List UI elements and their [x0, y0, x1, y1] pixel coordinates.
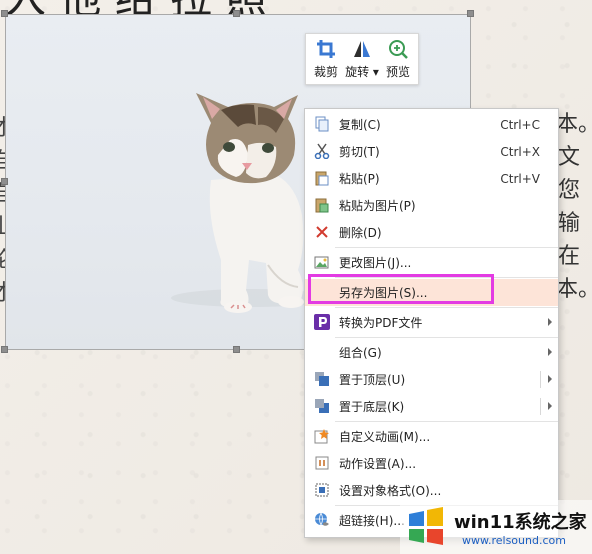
menu-item-label: 粘贴(P) [339, 172, 380, 186]
site-watermark: win11系统之家 www.relsound.com [400, 500, 592, 554]
menu-item-label: 置于顶层(U) [339, 373, 406, 387]
menu-item-bring-to-front[interactable]: 置于顶层(U) [305, 366, 558, 393]
menu-item-cut[interactable]: 剪切(T) Ctrl+X [305, 138, 558, 165]
menu-item-label: 更改图片(J)... [339, 256, 412, 270]
change-picture-icon [314, 256, 329, 269]
doc-char: 才 [0, 112, 12, 145]
document-right-text: 本。 的文 入您 比输 请在 本。 [536, 108, 592, 306]
bring-to-front-icon [315, 372, 329, 386]
resize-handle[interactable] [467, 10, 474, 17]
menu-item-label: 复制(C) [339, 118, 381, 132]
menu-separator [335, 307, 558, 308]
submenu-arrow-icon [548, 402, 552, 410]
action-settings-icon [315, 456, 329, 470]
resize-handle[interactable] [233, 10, 240, 17]
menu-item-label: 设置对象格式(O)... [339, 484, 442, 498]
document-left-text: 才 自 自 山 论 才 [0, 112, 12, 310]
send-to-back-icon [315, 399, 329, 413]
context-menu: 复制(C) Ctrl+C 剪切(T) Ctrl+X 粘贴(P) Ctrl+V 粘… [304, 108, 559, 538]
copy-icon [315, 116, 329, 132]
menu-item-label: 自定义动画(M)... [339, 430, 431, 444]
menu-item-group[interactable]: 组合(G) [305, 339, 558, 366]
menu-item-label: 置于底层(K) [339, 400, 405, 414]
crop-label: 裁剪 [313, 65, 338, 79]
submenu-arrow-icon [548, 348, 552, 356]
resize-handle[interactable] [1, 346, 8, 353]
menu-separator [335, 421, 558, 422]
resize-handle[interactable] [1, 10, 8, 17]
paste-icon [315, 171, 329, 186]
crop-button[interactable]: 裁剪 [308, 38, 344, 80]
hyperlink-icon [315, 512, 329, 526]
menu-item-label: 删除(D) [339, 226, 382, 240]
menu-item-label: 动作设置(A)... [339, 457, 417, 471]
rotate-button[interactable]: 旋转 ▾ [344, 38, 380, 80]
menu-item-change-picture[interactable]: 更改图片(J)... [305, 249, 558, 276]
preview-zoom-icon [389, 40, 408, 59]
menu-item-paste-as-image[interactable]: 粘贴为图片(P) [305, 192, 558, 219]
resize-handle[interactable] [1, 178, 8, 185]
menu-item-paste[interactable]: 粘贴(P) Ctrl+V [305, 165, 558, 192]
cut-icon [314, 143, 330, 159]
delete-icon [316, 226, 328, 238]
paste-as-image-icon [315, 198, 329, 213]
menu-item-label: 超链接(H)... [339, 514, 405, 528]
rotate-icon [354, 41, 370, 57]
menu-shortcut: Ctrl+C [500, 117, 540, 132]
menu-item-custom-animation[interactable]: 自定义动画(M)... [305, 423, 558, 450]
submenu-divider [540, 371, 541, 388]
watermark-url: www.relsound.com [462, 534, 566, 547]
menu-shortcut: Ctrl+X [500, 144, 540, 159]
menu-item-label: 转换为PDF文件 [339, 316, 423, 330]
doc-char: 才 [0, 277, 12, 310]
menu-item-delete[interactable]: 删除(D) [305, 219, 558, 246]
doc-char: 本。 [556, 277, 592, 302]
rotate-label: 旋转 ▾ [345, 65, 379, 79]
menu-item-action-settings[interactable]: 动作设置(A)... [305, 450, 558, 477]
watermark-brand: win11系统之家 [454, 512, 587, 533]
menu-item-copy[interactable]: 复制(C) Ctrl+C [305, 111, 558, 138]
crop-icon [317, 40, 335, 58]
menu-shortcut: Ctrl+V [500, 171, 540, 186]
doc-char: 山 [0, 211, 12, 244]
picture-quick-toolbar: 裁剪 旋转 ▾ 预览 [305, 33, 419, 85]
menu-item-label: 组合(G) [339, 346, 382, 360]
preview-button[interactable]: 预览 [380, 38, 416, 80]
submenu-arrow-icon [548, 318, 552, 326]
submenu-divider [540, 398, 541, 415]
annotation-highlight-box [308, 274, 494, 304]
submenu-arrow-icon [548, 375, 552, 383]
menu-separator [335, 337, 558, 338]
windows-logo-icon [409, 507, 443, 545]
menu-item-label: 剪切(T) [339, 145, 380, 159]
doc-char: 自 [0, 145, 12, 178]
preview-label: 预览 [385, 65, 410, 79]
resize-handle[interactable] [233, 346, 240, 353]
format-object-icon [315, 483, 329, 497]
doc-char: 本。 [556, 112, 592, 137]
doc-char: 论 [0, 244, 12, 277]
custom-animation-icon [314, 429, 329, 444]
menu-item-send-to-back[interactable]: 置于底层(K) [305, 393, 558, 420]
menu-item-label: 粘贴为图片(P) [339, 199, 416, 213]
menu-item-convert-to-pdf[interactable]: 转换为PDF文件 [305, 309, 558, 336]
menu-separator [335, 247, 558, 248]
pdf-icon [314, 314, 330, 330]
